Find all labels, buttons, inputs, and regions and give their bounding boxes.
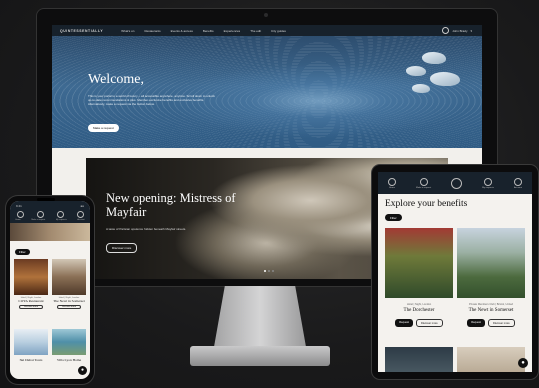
list-item[interactable]: Hotel | Night, London The Newt in Somers…	[52, 259, 86, 309]
nav-label: Account	[514, 186, 522, 189]
desktop-topbar: QUINTESSENTIALLY What's on Restaurants E…	[52, 25, 482, 36]
card-location: Private Members Club | Bristol, United	[469, 303, 513, 306]
tablet-nav-account[interactable]: Account	[514, 177, 522, 189]
tablet-nav-home[interactable]: Home	[388, 177, 396, 189]
discover-more-button[interactable]: Discover more	[57, 305, 81, 309]
monitor-base	[190, 346, 330, 366]
request-icon[interactable]	[36, 211, 44, 218]
villa-image	[52, 329, 86, 355]
tablet-filter-button[interactable]: Filter	[385, 214, 402, 221]
nav-item-the-edit[interactable]: The edit	[250, 29, 261, 33]
nav-item-city-guides[interactable]: City guides	[271, 29, 286, 33]
chat-icon[interactable]: ●	[78, 366, 87, 375]
ice-rocks-image	[402, 52, 462, 102]
phone-nav	[10, 211, 90, 218]
phone-screen: 9:41 ●● Home Make a request My requests …	[10, 201, 90, 379]
user-name: John Brady	[452, 28, 468, 33]
chevron-down-icon: ▾	[470, 28, 472, 33]
card-name: Ski Dubai Tours	[19, 358, 43, 362]
discover-more-button[interactable]: Discover more	[106, 243, 138, 253]
dorchester-image	[385, 228, 453, 298]
phone-notch	[37, 198, 55, 201]
nav-label: Home	[389, 186, 395, 189]
nav-label: Account	[77, 219, 85, 221]
ski-image	[14, 329, 48, 355]
chat-icon[interactable]: ●	[518, 358, 528, 368]
phone-status-bar: 9:41 ●●	[10, 204, 90, 208]
nav-item-restaurants[interactable]: Restaurants	[144, 29, 160, 33]
nav-item-experiences[interactable]: Experiences	[224, 29, 241, 33]
card-image	[385, 347, 453, 372]
home-icon[interactable]	[16, 211, 24, 218]
card-name: COYA Restaurant	[18, 299, 44, 303]
request-button[interactable]: Request	[467, 319, 485, 327]
discover-more-button[interactable]: Discover more	[487, 319, 515, 327]
coya-image	[14, 259, 48, 295]
card-name: The Newt in Somerset	[468, 308, 514, 313]
make-request-button[interactable]: Make a request	[88, 124, 119, 132]
nav-item-whats-on[interactable]: What's on	[121, 29, 134, 33]
desktop-nav: What's on Restaurants Events & access Be…	[121, 29, 286, 33]
nav-label: Make a request	[416, 186, 432, 189]
nav-item-events[interactable]: Events & access	[171, 29, 193, 33]
request-icon	[419, 177, 428, 186]
feature-title: New opening: Mistress of Mayfair	[106, 191, 236, 219]
globe-icon	[442, 27, 450, 34]
tablet-device: Home Make a request My requests Account …	[372, 165, 538, 379]
list-icon	[484, 177, 493, 186]
tablet-nav-my-requests[interactable]: My requests	[482, 177, 494, 189]
benefit-card[interactable]: Hotel | Night, London The Dorchester Req…	[385, 228, 453, 327]
hero-title: Welcome,	[88, 72, 145, 87]
card-image	[457, 347, 525, 372]
list-item[interactable]: Ski Dubai Tours	[14, 329, 48, 362]
nav-label: Make a request	[31, 219, 46, 221]
hero-banner: Welcome, This is your portal to a world …	[52, 36, 482, 148]
list-item[interactable]: Villa Lyon Home	[52, 329, 86, 362]
nav-item-benefits[interactable]: Benefits	[203, 29, 214, 33]
card-location: Hotel | Night, London	[406, 303, 432, 306]
tablet-nav-request[interactable]: Make a request	[416, 177, 432, 189]
phone-header: 9:41 ●● Home Make a request My requests …	[10, 201, 90, 223]
phone-filter-button[interactable]: Filter	[15, 249, 30, 255]
request-button[interactable]: Request	[395, 319, 413, 327]
nav-label: My requests	[55, 219, 67, 221]
discover-more-button[interactable]: Discover more	[415, 319, 443, 327]
hero-text: This is your portal to a world of luxury…	[88, 94, 215, 107]
tablet-nav-logo[interactable]	[451, 177, 463, 189]
phone-device: 9:41 ●● Home Make a request My requests …	[6, 196, 94, 384]
newt-image	[52, 259, 86, 295]
nav-label: Home	[15, 219, 21, 221]
carousel-dots[interactable]	[264, 270, 274, 272]
tablet-screen: Home Make a request My requests Account …	[378, 172, 532, 372]
nav-label: My requests	[482, 186, 494, 189]
home-icon	[388, 177, 396, 186]
tablet-page-title: Explore your benefits	[385, 199, 468, 209]
brand-logo[interactable]: QUINTESSENTIALLY	[60, 29, 103, 33]
card-name: The Newt in Somerset	[53, 299, 85, 303]
list-icon[interactable]	[56, 211, 64, 218]
phone-nav-labels: Home Make a request My requests Account	[10, 219, 90, 221]
user-menu[interactable]: John Brady ▾	[442, 27, 472, 34]
carousel-dot[interactable]	[264, 270, 266, 272]
benefit-card[interactable]: Private Members Club | Bristol, United T…	[457, 228, 525, 327]
signal-icon: ●●	[80, 204, 84, 208]
brand-icon	[451, 177, 463, 189]
carousel-dot[interactable]	[268, 270, 270, 272]
status-time: 9:41	[16, 204, 22, 208]
newt-image	[457, 228, 525, 298]
feature-subtitle: A taste of Parisian opulence hidden bene…	[106, 227, 187, 231]
carousel-dot[interactable]	[272, 270, 274, 272]
tablet-nav: Home Make a request My requests Account	[378, 172, 532, 194]
account-icon[interactable]	[76, 211, 84, 218]
card-name: Villa Lyon Home	[56, 358, 82, 362]
card-name: The Dorchester	[403, 308, 435, 313]
list-item[interactable]: Hotel | Night, London COYA Restaurant Di…	[14, 259, 48, 309]
account-icon	[514, 177, 522, 186]
phone-banner-image	[10, 223, 90, 241]
camera	[264, 13, 268, 17]
discover-more-button[interactable]: Discover more	[19, 305, 43, 309]
